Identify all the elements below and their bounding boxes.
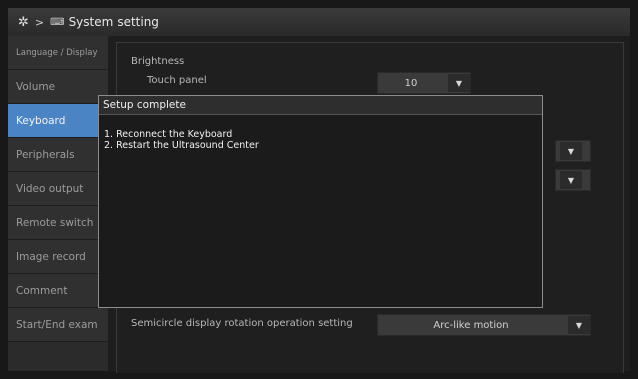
- sidebar-item-language-display[interactable]: Language / Display: [8, 36, 108, 70]
- sidebar-item-video-output[interactable]: Video output: [8, 172, 108, 206]
- dialog-line-1: 1. Reconnect the Keyboard: [104, 129, 233, 140]
- sidebar-item-label: Volume: [16, 80, 56, 93]
- setup-complete-dialog: Setup complete 1. Reconnect the Keyboard…: [98, 95, 543, 308]
- semicircle-value: Arc-like motion: [433, 319, 509, 331]
- semicircle-label: Semicircle display rotation operation se…: [131, 318, 353, 329]
- chevron-down-icon[interactable]: ▼: [560, 171, 582, 189]
- sidebar-item-label: Keyboard: [16, 114, 66, 127]
- page-title: System: [68, 15, 114, 29]
- dialog-line-2: 2. Restart the Ultrasound Center: [104, 140, 259, 151]
- sidebar-item-label: Language / Display: [16, 47, 98, 58]
- chevron-down-icon[interactable]: ▼: [448, 74, 470, 92]
- chevron-down-icon[interactable]: ▼: [568, 316, 590, 334]
- sidebar-item-label: Remote switch: [16, 216, 94, 229]
- sidebar-item-keyboard[interactable]: Keyboard: [8, 104, 108, 138]
- sidebar-item-label: Image record: [16, 250, 86, 263]
- sidebar-item-remote-switch[interactable]: Remote switch: [8, 206, 108, 240]
- hidden-select-2[interactable]: ▼: [555, 169, 591, 191]
- chevron-down-icon[interactable]: ▼: [560, 142, 582, 160]
- sidebar-item-comment[interactable]: Comment: [8, 274, 108, 308]
- sidebar-item-label: Video output: [16, 182, 84, 195]
- gear-icon: ✲: [18, 14, 29, 30]
- dialog-body: 1. Reconnect the Keyboard 2. Restart the…: [99, 115, 542, 151]
- breadcrumb-separator: >: [34, 15, 45, 29]
- page-title-rest: setting: [117, 15, 159, 29]
- screen-frame: ✲ > ⌨ System setting Language / Display …: [0, 0, 638, 379]
- sidebar: Language / Display Volume Keyboard Perip…: [8, 36, 108, 371]
- keyboard-icon: ⌨: [50, 16, 65, 28]
- hidden-select-1[interactable]: ▼: [555, 140, 591, 162]
- sidebar-item-label: Comment: [16, 284, 68, 297]
- title-bar: ✲ > ⌨ System setting: [8, 8, 630, 37]
- sidebar-item-peripherals[interactable]: Peripherals: [8, 138, 108, 172]
- touch-panel-label: Touch panel: [147, 75, 207, 86]
- semicircle-select[interactable]: Arc-like motion ▼: [377, 314, 591, 336]
- sidebar-item-label: Peripherals: [16, 148, 75, 161]
- sidebar-item-image-record[interactable]: Image record: [8, 240, 108, 274]
- brightness-heading: Brightness: [131, 56, 185, 67]
- touch-panel-value: 10: [404, 77, 418, 89]
- dialog-title: Setup complete: [99, 96, 542, 115]
- sidebar-item-label: Start/End exam: [16, 318, 98, 331]
- sidebar-item-start-end-exam[interactable]: Start/End exam: [8, 308, 108, 342]
- sidebar-item-volume[interactable]: Volume: [8, 70, 108, 104]
- touch-panel-select[interactable]: 10 ▼: [377, 72, 471, 94]
